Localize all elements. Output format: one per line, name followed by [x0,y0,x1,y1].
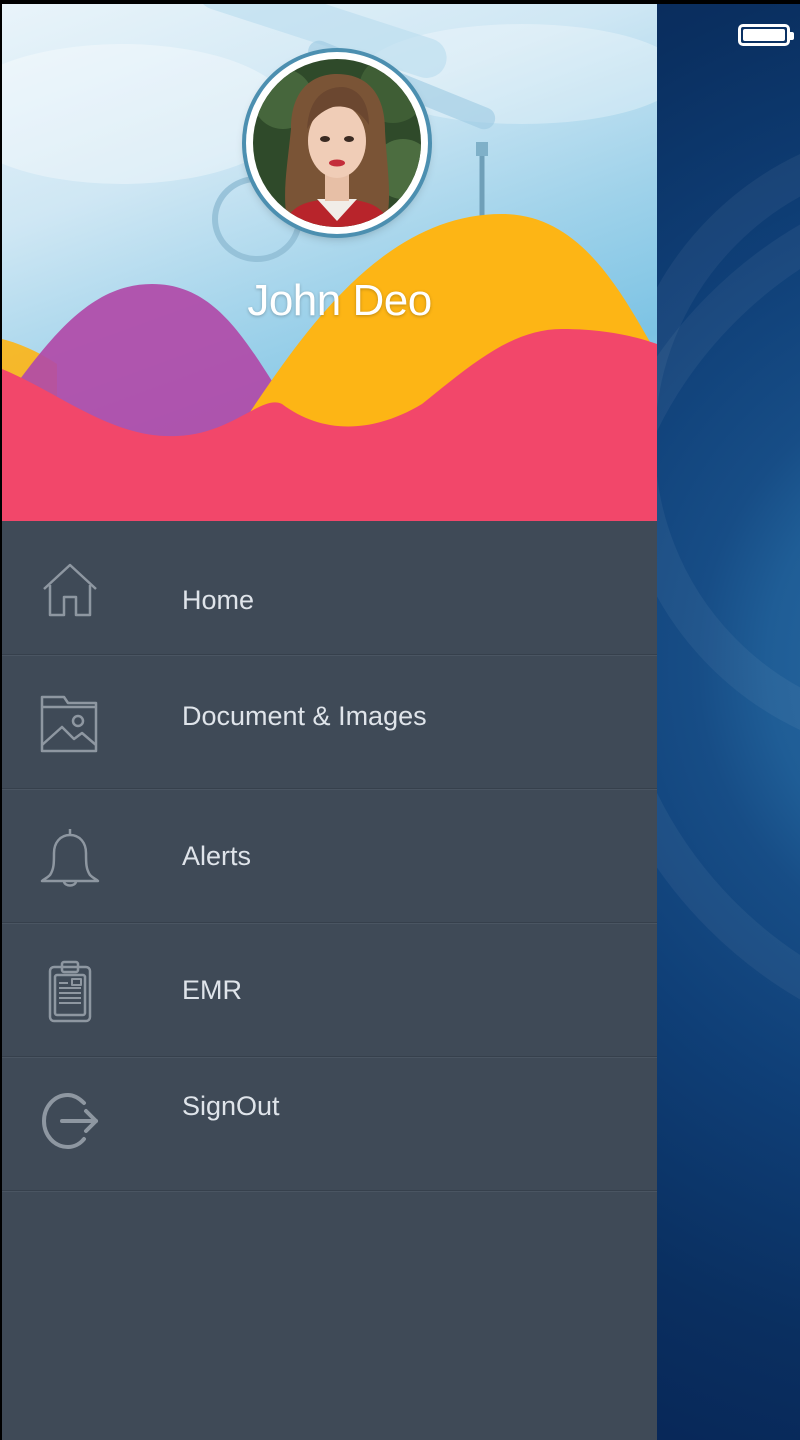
menu-item-document-images[interactable]: Document & Images [2,655,657,789]
drawer-header: John Deo [2,4,657,521]
app-background[interactable] [657,4,800,1440]
signout-icon [38,1089,102,1153]
menu-item-emr[interactable]: EMR [2,923,657,1057]
clipboard-icon [38,959,102,1023]
menu-item-alerts[interactable]: Alerts [2,789,657,923]
menu-item-label: Home [182,585,255,615]
user-name: John Deo [247,276,432,325]
avatar[interactable] [246,52,428,234]
avatar-image [253,59,421,227]
folder-image-icon [38,691,102,755]
home-icon [38,559,102,623]
drawer-menu: Home Document & Images Alerts EMR SignOu… [2,521,657,1191]
menu-item-label: Alerts [182,841,252,871]
screen: John Deo Home Document & Images Alerts E… [0,0,800,1440]
menu-item-home[interactable]: Home [2,521,657,655]
menu-item-label: EMR [182,975,242,1005]
menu-item-label: Document & Images [182,701,427,731]
bell-icon [38,825,102,889]
battery-icon [738,24,794,46]
menu-item-label: SignOut [182,1091,280,1121]
navigation-drawer: John Deo Home Document & Images Alerts E… [2,4,657,1440]
menu-item-signout[interactable]: SignOut [2,1057,657,1191]
